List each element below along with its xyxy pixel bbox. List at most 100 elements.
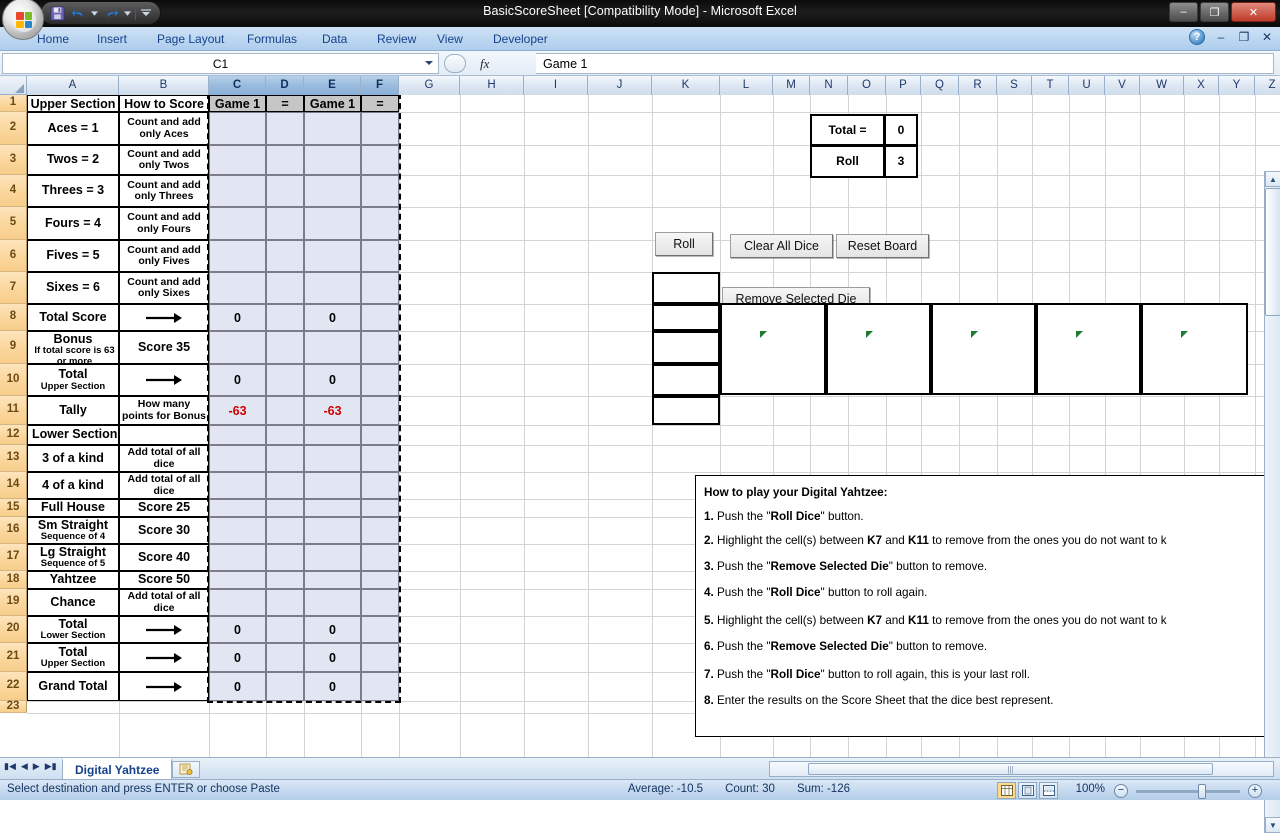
scoresheet-how-yahtzee-17[interactable]: Score 50 <box>119 571 209 589</box>
row-header-11[interactable]: 11 <box>0 396 27 425</box>
scoresheet-value-c5[interactable] <box>209 207 266 240</box>
scoresheet-how-arrow-icon-9[interactable] <box>119 364 209 396</box>
ribbon-tab-review[interactable]: Review <box>366 27 427 51</box>
column-header-E[interactable]: E <box>304 76 361 95</box>
scoresheet-how-arrow-icon-19[interactable] <box>119 616 209 643</box>
scoresheet-value-e8[interactable]: 0 <box>304 304 361 331</box>
row-header-23[interactable]: 23 <box>0 700 27 713</box>
scoresheet-value-f8[interactable] <box>361 304 399 331</box>
zoom-thumb[interactable] <box>1198 783 1206 799</box>
row-header-7[interactable]: 7 <box>0 272 27 304</box>
scoresheet-how-tally-10[interactable]: How many points for Bonus <box>119 396 209 425</box>
scoresheet-how-threes-3-3[interactable]: Count and add only Threes <box>119 175 209 207</box>
scoresheet-label-total-9[interactable]: Total Upper Section <box>27 364 119 396</box>
next-sheet-icon[interactable]: ▶ <box>33 761 40 772</box>
scoresheet-value-f22[interactable] <box>361 672 399 701</box>
row-header-9[interactable]: 9 <box>0 331 27 364</box>
scroll-down-icon[interactable]: ▼ <box>1265 817 1280 833</box>
column-header-A[interactable]: A <box>27 76 119 95</box>
row-header-13[interactable]: 13 <box>0 445 27 472</box>
window-controls[interactable]: – ❐ ✕ <box>1169 2 1276 22</box>
scoresheet-value-d10[interactable] <box>266 364 304 396</box>
scoresheet-value-f19[interactable] <box>361 589 399 616</box>
scoresheet-how-fives-5-5[interactable]: Count and add only Fives <box>119 240 209 272</box>
die-display-3[interactable] <box>931 303 1036 395</box>
scoresheet-value-f10[interactable] <box>361 364 399 396</box>
scoresheet-value-e15[interactable] <box>304 499 361 517</box>
help-icon[interactable]: ? <box>1189 29 1205 45</box>
row-header-20[interactable]: 20 <box>0 616 27 643</box>
scoresheet-label-total-19[interactable]: Total Lower Section <box>27 616 119 643</box>
row-header-19[interactable]: 19 <box>0 589 27 616</box>
scoresheet-value-d4[interactable] <box>266 175 304 207</box>
scoresheet-label-yahtzee-17[interactable]: Yahtzee <box>27 571 119 589</box>
normal-view-icon[interactable] <box>997 782 1016 799</box>
last-sheet-icon[interactable]: ▶▮ <box>45 761 57 772</box>
scoresheet-value-d6[interactable] <box>266 240 304 272</box>
scoresheet-value-e5[interactable] <box>304 207 361 240</box>
scoresheet-value-f20[interactable] <box>361 616 399 643</box>
scoresheet-label-aces-1-1[interactable]: Aces = 1 <box>27 112 119 145</box>
scoresheet-value-f2[interactable] <box>361 112 399 145</box>
button-reset-board[interactable]: Reset Board <box>836 234 929 258</box>
expand-formula-bar-icon[interactable] <box>444 54 466 73</box>
scoresheet-value-d16[interactable] <box>266 517 304 544</box>
scoresheet-value-f21[interactable] <box>361 643 399 672</box>
scoresheet-value-c22[interactable]: 0 <box>209 672 266 701</box>
column-header-V[interactable]: V <box>1105 76 1140 95</box>
scoresheet-label-3-of-a-kind-12[interactable]: 3 of a kind <box>27 445 119 472</box>
window-restore-button[interactable]: ❐ <box>1200 2 1229 22</box>
row-header-5[interactable]: 5 <box>0 207 27 240</box>
column-header-O[interactable]: O <box>848 76 886 95</box>
scoresheet-value-f18[interactable] <box>361 571 399 589</box>
scoresheet-value-d13[interactable] <box>266 445 304 472</box>
column-header-I[interactable]: I <box>524 76 588 95</box>
scoresheet-value-e22[interactable]: 0 <box>304 672 361 701</box>
scoresheet-value-c12[interactable] <box>209 425 266 445</box>
column-header-T[interactable]: T <box>1032 76 1069 95</box>
page-layout-view-icon[interactable] <box>1018 782 1037 799</box>
die-slot-k11[interactable] <box>652 396 720 425</box>
scoresheet-value-f16[interactable] <box>361 517 399 544</box>
column-header-Z[interactable]: Z <box>1255 76 1280 95</box>
scoresheet-how-empty-11[interactable] <box>119 425 209 445</box>
scoresheet-how-4-of-a-kind-13[interactable]: Add total of all dice <box>119 472 209 499</box>
ribbon-tab-data[interactable]: Data <box>311 27 358 51</box>
scoresheet-how-arrow-icon-21[interactable] <box>119 672 209 701</box>
scoresheet-label-fives-5-5[interactable]: Fives = 5 <box>27 240 119 272</box>
scoresheet-how-aces-1-1[interactable]: Count and add only Aces <box>119 112 209 145</box>
column-header-F[interactable]: F <box>361 76 399 95</box>
scoresheet-value-c14[interactable] <box>209 472 266 499</box>
column-header-K[interactable]: K <box>652 76 720 95</box>
column-header-W[interactable]: W <box>1140 76 1184 95</box>
game-total-value[interactable]: 0 <box>885 114 918 146</box>
doc-minimize-button[interactable]: – <box>1214 30 1228 44</box>
button-roll[interactable]: Roll <box>655 232 713 256</box>
scoresheet-value-d11[interactable] <box>266 396 304 425</box>
scoresheet-how-3-of-a-kind-12[interactable]: Add total of all dice <box>119 445 209 472</box>
scoresheet-value-d22[interactable] <box>266 672 304 701</box>
scoresheet-how-lg-straight-16[interactable]: Score 40 <box>119 544 209 571</box>
scoresheet-header-equals-a[interactable]: = <box>266 95 304 112</box>
scoresheet-value-c2[interactable] <box>209 112 266 145</box>
scoresheet-value-e17[interactable] <box>304 544 361 571</box>
scoresheet-how-sixes-6-6[interactable]: Count and add only Sixes <box>119 272 209 304</box>
name-box[interactable]: C1 <box>2 53 439 74</box>
scoresheet-value-e14[interactable] <box>304 472 361 499</box>
row-header-15[interactable]: 15 <box>0 499 27 517</box>
scoresheet-value-e10[interactable]: 0 <box>304 364 361 396</box>
scoresheet-value-c6[interactable] <box>209 240 266 272</box>
scoresheet-value-d8[interactable] <box>266 304 304 331</box>
ribbon-tab-insert[interactable]: Insert <box>86 27 138 51</box>
row-header-8[interactable]: 8 <box>0 304 27 331</box>
scoresheet-how-arrow-icon-20[interactable] <box>119 643 209 672</box>
window-minimize-button[interactable]: – <box>1169 2 1198 22</box>
column-header-Q[interactable]: Q <box>921 76 959 95</box>
zoom-out-button[interactable]: − <box>1114 784 1128 798</box>
ribbon-tab-page-layout[interactable]: Page Layout <box>146 27 235 51</box>
row-header-21[interactable]: 21 <box>0 643 27 672</box>
die-slot-k7[interactable] <box>652 272 720 304</box>
scoresheet-value-c20[interactable]: 0 <box>209 616 266 643</box>
row-header-16[interactable]: 16 <box>0 517 27 544</box>
scoresheet-how-arrow-icon-7[interactable] <box>119 304 209 331</box>
